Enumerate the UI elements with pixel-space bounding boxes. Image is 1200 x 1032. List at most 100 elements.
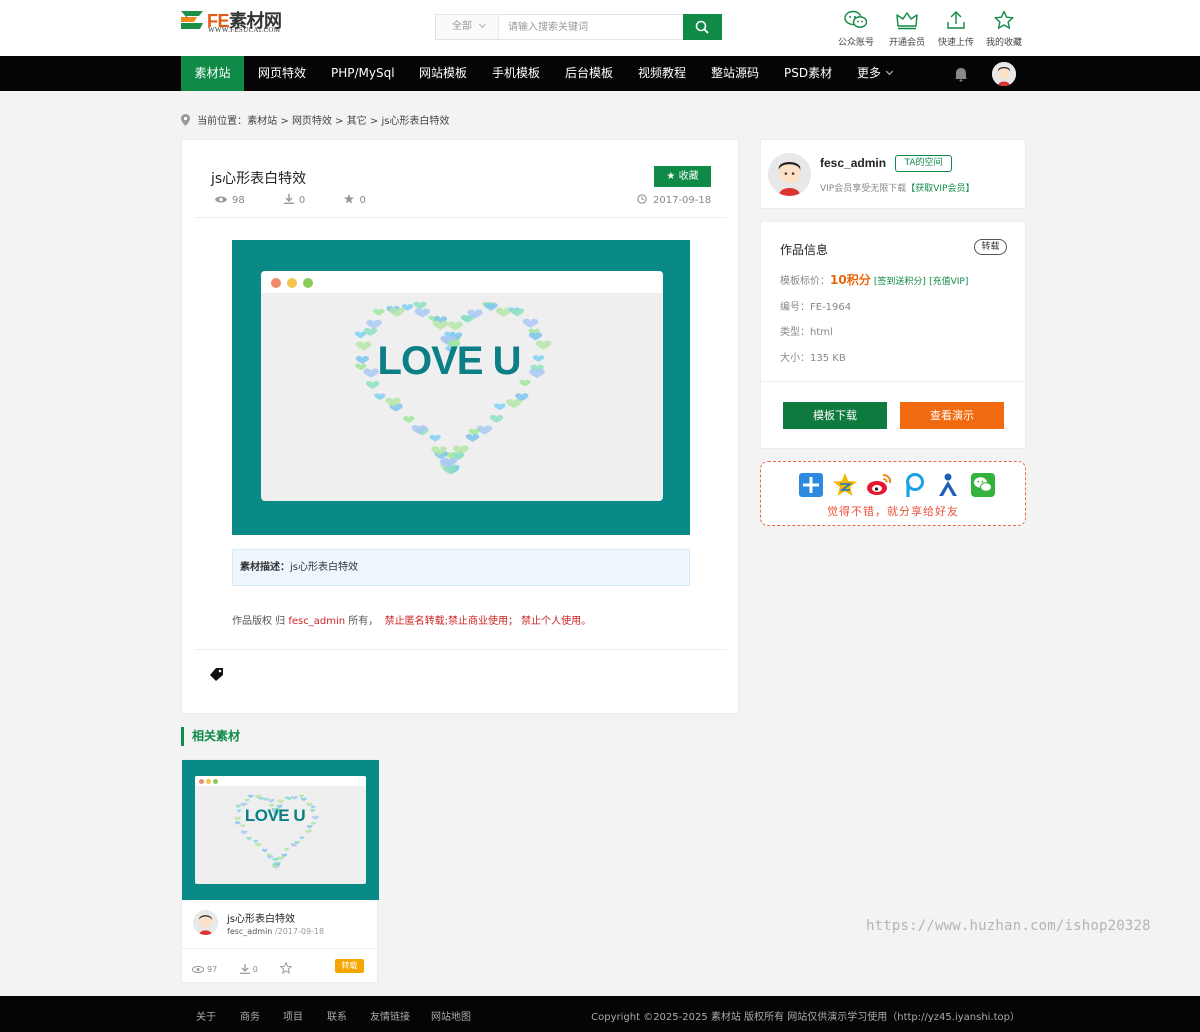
heart-mark xyxy=(247,794,254,799)
heart-mark xyxy=(354,331,367,339)
related-meta: fesc_admin /2017-09-18 xyxy=(227,927,325,936)
related-item[interactable]: LOVE U js心形表白特效 fesc_admin /2017-09-18 9… xyxy=(181,759,379,983)
heart-ring-graphic xyxy=(354,301,552,475)
footer-link-business[interactable]: 商务 xyxy=(240,1008,260,1023)
footer-link-friends[interactable]: 友情链接 xyxy=(370,1008,410,1023)
quick-link-favorites[interactable]: 我的收藏 xyxy=(982,10,1026,48)
star-outline-icon[interactable] xyxy=(279,961,294,975)
nav-item-effects[interactable]: 网页特效 xyxy=(258,56,306,91)
heart-mark xyxy=(244,798,250,802)
heart-mark xyxy=(262,797,269,801)
author-avatar[interactable] xyxy=(768,153,811,196)
share-box: 觉得不错，就分享给好友 xyxy=(760,461,1026,526)
quick-link-upload[interactable]: 快速上传 xyxy=(934,10,978,48)
heart-mark xyxy=(299,836,305,840)
owner-link[interactable]: fesc_admin xyxy=(288,616,345,627)
site-logo[interactable]: FE素材网 WWW.FESUCAI.COM xyxy=(181,9,311,34)
footer-link-projects[interactable]: 项目 xyxy=(283,1008,303,1023)
location-pin-icon xyxy=(181,114,190,126)
avatar-icon xyxy=(768,153,811,196)
chevron-down-icon xyxy=(478,20,487,29)
plus-share-icon[interactable] xyxy=(798,472,824,498)
renren-icon[interactable] xyxy=(935,472,961,498)
heart-mark xyxy=(494,403,506,411)
breadcrumb: 当前位置：素材站 > 网页特效 > 其它 > js心形表白特效 xyxy=(181,112,449,127)
bell-icon[interactable] xyxy=(953,66,969,82)
heart-mark xyxy=(299,794,304,798)
related-heading: 相关素材 xyxy=(181,727,240,746)
tag-icon xyxy=(210,668,223,681)
heart-mark xyxy=(277,799,285,804)
search-bar: 全部 xyxy=(435,14,722,40)
wechat-share-icon[interactable] xyxy=(970,472,996,498)
nav-item-psd[interactable]: PSD素材 xyxy=(784,56,832,91)
price-value: 10积分 xyxy=(830,273,871,287)
footer-link-contact[interactable]: 联系 xyxy=(327,1008,347,1023)
heart-mark xyxy=(267,798,275,803)
chevron-down-icon xyxy=(885,67,894,76)
view-demo-button[interactable]: 查看演示 xyxy=(900,402,1004,429)
favorite-button[interactable]: ★ 收藏 xyxy=(654,166,711,187)
search-scope-select[interactable]: 全部 xyxy=(436,15,499,39)
related-thumbnail[interactable]: LOVE U xyxy=(182,760,379,900)
search-input[interactable] xyxy=(500,15,682,39)
recharge-vip-link[interactable]: [充值VIP] xyxy=(929,277,968,287)
related-stats: 97 0 xyxy=(191,960,305,975)
breadcrumb-link-other[interactable]: 其它 xyxy=(347,116,367,127)
download-button[interactable]: 模板下载 xyxy=(783,402,887,429)
heart-mark xyxy=(305,829,312,834)
star-icon xyxy=(344,194,355,204)
nav-item-video[interactable]: 视频教程 xyxy=(638,56,686,91)
avatar-icon xyxy=(992,62,1016,86)
heart-mark xyxy=(246,836,252,841)
logo-mark-icon xyxy=(181,11,203,29)
heart-mark xyxy=(465,433,480,443)
heart-mark xyxy=(374,393,386,401)
breadcrumb-link-effects[interactable]: 网页特效 xyxy=(292,116,332,127)
breadcrumb-current: js心形表白特效 xyxy=(381,116,450,127)
copyright-notice: 作品版权 归 fesc_admin 所有， 禁止匿名转载;禁止商业使用； 禁止个… xyxy=(232,616,592,627)
search-icon xyxy=(695,20,709,34)
page-title: js心形表白特效 xyxy=(211,171,307,187)
pengyou-icon[interactable] xyxy=(901,472,927,498)
work-info-heading: 作品信息 xyxy=(780,243,829,257)
heart-mark xyxy=(506,399,522,409)
weibo-icon[interactable] xyxy=(866,472,892,498)
nav-item-admin[interactable]: 后台模板 xyxy=(565,56,613,91)
author-name[interactable]: fesc_admin xyxy=(820,156,886,170)
nav-item-home[interactable]: 素材站 xyxy=(181,56,244,91)
vip-promo: VIP会员享受无限下载【获取VIP会员】 xyxy=(820,184,975,194)
signin-points-link[interactable]: [签到送积分] xyxy=(874,277,926,287)
qzone-icon[interactable] xyxy=(832,472,858,498)
share-slogan: 觉得不错，就分享给好友 xyxy=(827,505,959,518)
quick-link-vip[interactable]: 开通会员 xyxy=(885,10,929,48)
heart-mark xyxy=(522,318,539,329)
footer-link-sitemap[interactable]: 网站地图 xyxy=(431,1008,471,1023)
star-icon: ★ xyxy=(666,171,676,182)
heart-mark xyxy=(373,308,385,316)
get-vip-link[interactable]: 【获取VIP会员】 xyxy=(906,184,974,194)
nav-item-more[interactable]: 更多 xyxy=(857,56,894,91)
nav-item-mobile[interactable]: 手机模板 xyxy=(492,56,540,91)
related-title[interactable]: js心形表白特效 xyxy=(227,910,295,925)
search-button[interactable] xyxy=(683,14,722,40)
clock-icon xyxy=(637,194,647,204)
eye-icon xyxy=(191,966,205,973)
footer-link-about[interactable]: 关于 xyxy=(196,1008,216,1023)
detail-stats: 98 0 0 xyxy=(215,193,402,206)
repost-badge[interactable]: 转载 xyxy=(974,239,1007,255)
heart-mark xyxy=(300,797,307,802)
star-icon xyxy=(994,10,1014,29)
related-preview-text: LOVE U xyxy=(244,806,306,825)
download-icon xyxy=(283,194,294,205)
nav-item-source[interactable]: 整站源码 xyxy=(711,56,759,91)
nav-item-php[interactable]: PHP/MySql xyxy=(331,56,395,91)
nav-item-templates[interactable]: 网站模板 xyxy=(419,56,467,91)
breadcrumb-link-home[interactable]: 素材站 xyxy=(247,116,277,127)
heart-mark xyxy=(291,795,298,800)
quick-link-wechat[interactable]: 公众账号 xyxy=(834,10,878,48)
related-author-avatar[interactable] xyxy=(193,910,218,935)
heart-mark xyxy=(254,842,262,847)
user-avatar[interactable] xyxy=(992,62,1016,86)
author-space-button[interactable]: TA的空间 xyxy=(895,155,952,172)
